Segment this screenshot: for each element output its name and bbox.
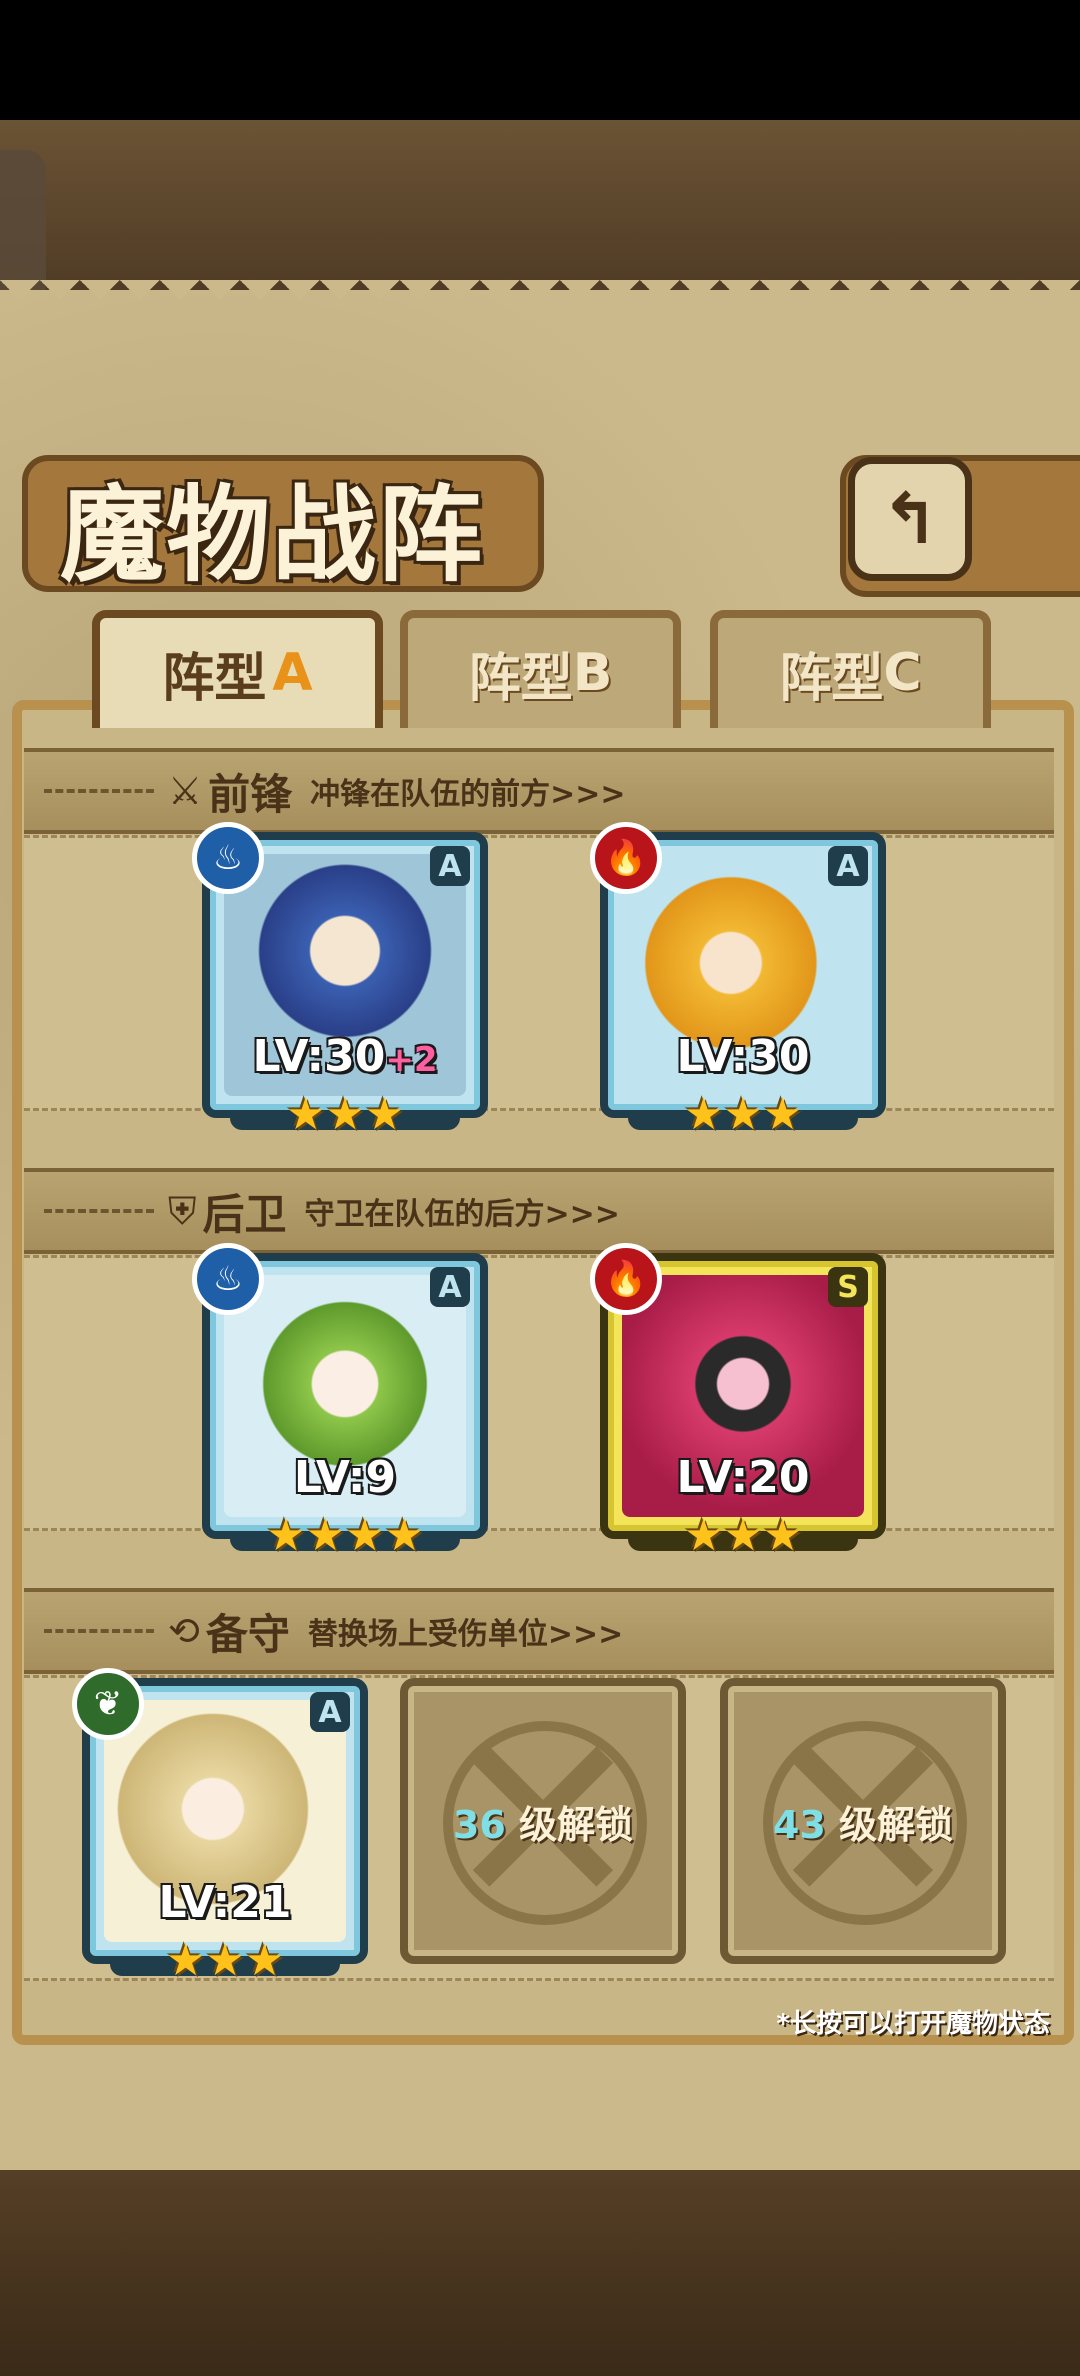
tab-label: 阵型 — [779, 648, 884, 709]
tab-label: 阵型 — [468, 648, 573, 709]
tab-formation-c[interactable]: 阵型 C — [710, 610, 991, 728]
unit-card[interactable]: ❦ A LV:21 ★★★ — [72, 1668, 368, 1986]
section-desc: 替换场上受伤单位>>> — [307, 1617, 624, 1652]
section-desc: 冲锋在队伍的前方>>> — [310, 777, 626, 812]
unlock-requirement: 43 级解锁 — [772, 1803, 954, 1847]
tab-letter: B — [572, 643, 613, 703]
section-desc: 守卫在队伍的后方>>> — [304, 1197, 620, 1232]
unit-level: LV:30+2 — [252, 1031, 438, 1082]
water-element-icon: ♨ — [192, 1243, 264, 1315]
unlock-requirement: 36 级解锁 — [452, 1803, 634, 1847]
page-title: 魔物战阵 — [60, 474, 485, 596]
unit-card[interactable]: ♨ A LV:9 ★★★★ — [192, 1243, 488, 1561]
tab-label: 阵型 — [162, 648, 267, 709]
back-arrow-icon: ↰ — [880, 478, 940, 560]
rank-badge: A — [430, 1267, 470, 1307]
unit-level: LV:21 — [158, 1877, 292, 1928]
status-bar — [0, 0, 1080, 120]
fire-element-icon: 🔥 — [590, 822, 662, 894]
unit-card[interactable]: 🔥 S LV:20 ★★★ — [590, 1243, 886, 1561]
locked-slot[interactable]: ✕ 36 级解锁 — [400, 1678, 686, 1964]
section-reserve: ⟲ 备守 替换场上受伤单位>>> — [24, 1588, 1054, 1674]
sword-icon: ⚔ — [168, 769, 203, 813]
unit-level: LV:30 — [676, 1031, 810, 1082]
tab-letter: C — [883, 643, 922, 703]
parchment-edge-top — [0, 280, 1080, 320]
long-press-hint: *长按可以打开魔物状态 — [776, 2009, 1050, 2039]
locked-slot[interactable]: ✕ 43 级解锁 — [720, 1678, 1006, 1964]
rearguard-row — [24, 1255, 1054, 1531]
map-background-top — [0, 120, 1080, 300]
water-element-icon: ♨ — [192, 822, 264, 894]
section-title: 后卫 — [202, 1189, 287, 1239]
rank-badge: S — [828, 1267, 868, 1307]
unit-level: LV:20 — [676, 1452, 810, 1503]
section-vanguard: ⚔ 前锋 冲锋在队伍的前方>>> — [24, 748, 1054, 834]
unit-card[interactable]: 🔥 A LV:30 ★★★ — [590, 822, 886, 1140]
star-rating: ★★★ — [683, 1089, 803, 1140]
wood-element-icon: ❦ — [72, 1668, 144, 1740]
parchment-edge-bottom — [0, 2115, 1080, 2155]
rank-badge: A — [828, 846, 868, 886]
tab-formation-b[interactable]: 阵型 B — [400, 610, 681, 728]
vanguard-row — [24, 835, 1054, 1111]
rank-badge: A — [310, 1692, 350, 1732]
unit-level: LV:9 — [293, 1452, 397, 1503]
rank-badge: A — [430, 846, 470, 886]
back-button[interactable]: ↰ — [848, 457, 972, 581]
tab-formation-a[interactable]: 阵型 A — [92, 610, 383, 728]
star-rating: ★★★★ — [266, 1510, 424, 1561]
star-rating: ★★★ — [683, 1510, 803, 1561]
swap-icon: ⟲ — [168, 1609, 200, 1653]
tab-letter: A — [272, 643, 313, 703]
map-background-bottom — [0, 2140, 1080, 2376]
section-rearguard: ⛨ 后卫 守卫在队伍的后方>>> — [24, 1168, 1054, 1254]
section-title: 前锋 — [208, 769, 293, 819]
fire-element-icon: 🔥 — [590, 1243, 662, 1315]
unit-card[interactable]: ♨ A LV:30+2 ★★★ — [192, 822, 488, 1140]
shield-icon: ⛨ — [168, 1188, 197, 1233]
star-rating: ★★★ — [165, 1935, 285, 1986]
star-rating: ★★★ — [285, 1089, 405, 1140]
section-title: 备守 — [205, 1609, 290, 1659]
